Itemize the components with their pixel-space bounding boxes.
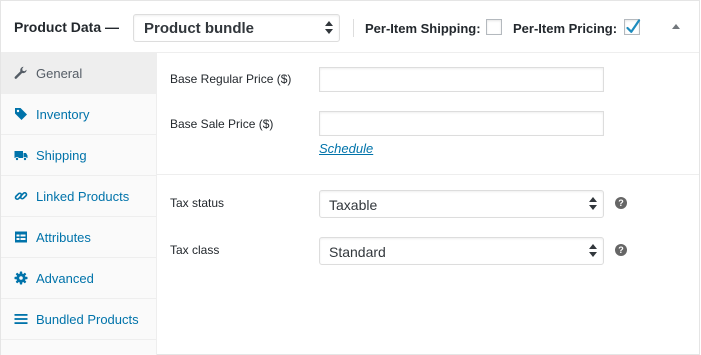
per-item-pricing-checkbox[interactable]: [624, 19, 641, 35]
select-arrows-icon: [589, 197, 597, 211]
collapse-toggle-icon[interactable]: [672, 24, 680, 29]
tax-status-label: Tax status: [170, 196, 225, 210]
tab-general[interactable]: General: [1, 53, 156, 94]
select-arrows-icon: [589, 244, 597, 258]
product-data-header: Product Data — Product bundle Per-Item S…: [1, 1, 699, 53]
tax-status-select[interactable]: Taxable: [319, 190, 604, 218]
tax-status-help-icon[interactable]: ?: [615, 197, 627, 209]
regular-price-label: Base Regular Price ($): [170, 72, 292, 86]
tab-bundled-products[interactable]: Bundled Products: [1, 299, 156, 340]
truck-icon: [14, 151, 28, 161]
tab-shipping[interactable]: Shipping: [1, 135, 156, 176]
panel-title: Product Data —: [14, 19, 120, 35]
schedule-link[interactable]: Schedule: [319, 141, 373, 156]
per-item-shipping-label: Per-Item Shipping:: [365, 21, 481, 36]
header-divider: [353, 19, 354, 37]
product-type-select[interactable]: Product bundle: [133, 14, 340, 42]
tab-linked-products[interactable]: Linked Products: [1, 176, 156, 217]
product-data-tabs: General Inventory Shipping Linked Produc…: [1, 53, 157, 355]
gear-icon: [14, 271, 28, 285]
tab-label: Linked Products: [36, 189, 130, 204]
tab-label: General: [36, 66, 83, 81]
tab-advanced[interactable]: Advanced: [1, 258, 156, 299]
tab-label: Advanced: [36, 271, 94, 286]
sale-price-label: Base Sale Price ($): [170, 117, 274, 131]
checkmark-icon: [626, 19, 641, 33]
select-arrows-icon: [325, 21, 333, 35]
general-panel: Base Regular Price ($) Base Sale Price (…: [157, 53, 699, 355]
table-icon: [15, 231, 27, 243]
per-item-pricing-label: Per-Item Pricing:: [513, 21, 618, 36]
section-divider: [157, 174, 699, 175]
sale-price-input[interactable]: [319, 111, 604, 136]
tax-class-value: Standard: [329, 244, 386, 260]
regular-price-input[interactable]: [319, 67, 604, 92]
product-type-value: Product bundle: [144, 20, 254, 37]
tab-label: Inventory: [36, 107, 90, 122]
tag-icon: [15, 108, 27, 120]
tax-class-label: Tax class: [170, 243, 220, 257]
wrench-icon: [14, 66, 27, 79]
link-icon: [14, 191, 28, 201]
product-data-panel: Product Data — Product bundle Per-Item S…: [0, 0, 700, 355]
per-item-shipping-checkbox[interactable]: [486, 19, 502, 35]
list-icon: [14, 314, 28, 324]
tab-inventory[interactable]: Inventory: [1, 94, 156, 135]
tab-attributes[interactable]: Attributes: [1, 217, 156, 258]
tax-class-select[interactable]: Standard: [319, 237, 604, 265]
tax-class-help-icon[interactable]: ?: [615, 244, 627, 256]
tab-label: Attributes: [36, 230, 91, 245]
tab-label: Bundled Products: [36, 312, 139, 327]
tax-status-value: Taxable: [329, 197, 378, 213]
tab-label: Shipping: [36, 148, 87, 163]
